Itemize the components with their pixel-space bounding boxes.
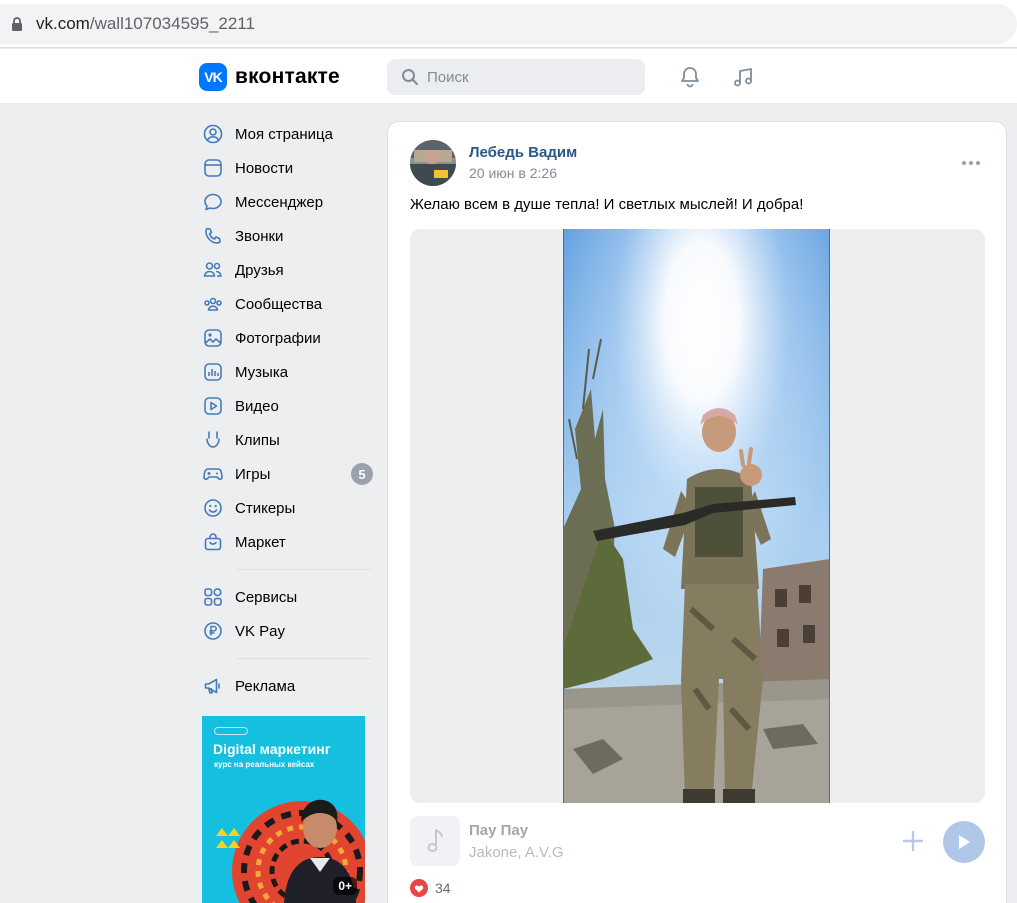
- music-note-icon[interactable]: [731, 65, 755, 89]
- url-domain: vk.com: [36, 14, 90, 33]
- sidebar-item-music[interactable]: Музыка: [200, 355, 375, 389]
- add-audio-icon[interactable]: [900, 828, 926, 854]
- sidebar-item-label: Мессенджер: [235, 193, 324, 211]
- bell-icon[interactable]: [678, 65, 702, 89]
- left-sidebar: Моя страница Новости Мессенджер Звонки Д…: [200, 117, 375, 703]
- like-count: 34: [435, 880, 451, 896]
- sidebar-item-label: Моя страница: [235, 125, 333, 143]
- audio-attachment[interactable]: Пау Пау Jakone, A.V.G: [410, 816, 985, 868]
- wall-post: Лебедь Вадим 20 июн в 2:26 Желаю всем в …: [387, 121, 1007, 903]
- music-icon: [202, 361, 224, 383]
- age-rating-badge: 0+: [333, 877, 357, 895]
- author-avatar[interactable]: [410, 140, 456, 186]
- like-button[interactable]: 34: [410, 879, 451, 897]
- audio-artist[interactable]: Jakone, A.V.G: [469, 844, 564, 861]
- message-icon: [202, 191, 224, 213]
- sidebar-item-label: Фотографии: [235, 329, 321, 347]
- post-date[interactable]: 20 июн в 2:26: [469, 165, 557, 181]
- sidebar-item-label: Стикеры: [235, 499, 296, 517]
- audio-cover: [410, 816, 460, 866]
- sidebar-item-services[interactable]: Сервисы: [200, 580, 375, 614]
- sidebar-divider: [236, 658, 371, 659]
- sidebar-item-games[interactable]: Игры 5: [200, 457, 375, 491]
- sidebar-item-clips[interactable]: Клипы: [200, 423, 375, 457]
- url-text[interactable]: vk.com/wall107034595_2211: [36, 14, 255, 34]
- audio-title[interactable]: Пау Пау: [469, 822, 528, 839]
- sidebar-item-my-page[interactable]: Моя страница: [200, 117, 375, 151]
- sidebar-item-messenger[interactable]: Мессенджер: [200, 185, 375, 219]
- search-placeholder: Поиск: [427, 68, 469, 86]
- sidebar-item-label: Игры: [235, 465, 271, 483]
- site-header: VK вконтакте Поиск: [0, 49, 1017, 104]
- heart-icon: [410, 879, 428, 897]
- ad-title: Digital маркетинг: [213, 741, 331, 757]
- post-text: Желаю всем в душе тепла! И светлых мысле…: [410, 196, 804, 213]
- communities-icon: [202, 293, 224, 315]
- play-button[interactable]: [943, 821, 985, 863]
- post-photo-container[interactable]: [410, 229, 985, 803]
- vk-logo-text: вконтакте: [235, 65, 340, 88]
- games-icon: [202, 463, 224, 485]
- services-icon: [202, 586, 224, 608]
- url-field[interactable]: vk.com/wall107034595_2211: [0, 4, 1017, 44]
- vkpay-icon: [202, 620, 224, 642]
- news-icon: [202, 157, 224, 179]
- ad-logo-mark: [214, 727, 248, 735]
- friends-icon: [202, 259, 224, 281]
- video-icon: [202, 395, 224, 417]
- sidebar-item-communities[interactable]: Сообщества: [200, 287, 375, 321]
- sidebar-item-label: Звонки: [235, 227, 284, 245]
- sidebar-item-label: Сообщества: [235, 295, 323, 313]
- sidebar-item-stickers[interactable]: Стикеры: [200, 491, 375, 525]
- post-author[interactable]: Лебедь Вадим: [469, 144, 577, 161]
- vk-logo[interactable]: VK вконтакте: [199, 63, 340, 91]
- sidebar-item-ads[interactable]: Реклама: [200, 669, 375, 703]
- sidebar-divider: [236, 569, 371, 570]
- megaphone-icon: [202, 675, 224, 697]
- vk-logo-icon: VK: [199, 63, 227, 91]
- market-icon: [202, 531, 224, 553]
- search-icon: [402, 69, 418, 85]
- sidebar-item-label: Сервисы: [235, 588, 298, 606]
- stickers-icon: [202, 497, 224, 519]
- sidebar-item-label: Реклама: [235, 677, 296, 695]
- user-circle-icon: [202, 123, 224, 145]
- lock-icon[interactable]: [10, 16, 24, 32]
- url-path: /wall107034595_2211: [89, 14, 255, 33]
- sidebar-item-video[interactable]: Видео: [200, 389, 375, 423]
- phone-icon: [202, 225, 224, 247]
- sidebar-item-label: VK Pay: [235, 622, 286, 640]
- sidebar-item-market[interactable]: Маркет: [200, 525, 375, 559]
- sidebar-item-label: Друзья: [235, 261, 284, 279]
- ad-subtitle: курс на реальных кейсах: [214, 760, 315, 769]
- post-photo[interactable]: [563, 229, 830, 803]
- play-icon: [959, 835, 970, 849]
- sidebar-item-news[interactable]: Новости: [200, 151, 375, 185]
- sidebar-item-photos[interactable]: Фотографии: [200, 321, 375, 355]
- sidebar-item-label: Маркет: [235, 533, 286, 551]
- music-note-icon: [427, 829, 443, 852]
- games-count-badge: 5: [351, 463, 373, 485]
- more-options-icon[interactable]: [960, 152, 982, 174]
- sidebar-item-label: Видео: [235, 397, 279, 415]
- sidebar-item-friends[interactable]: Друзья: [200, 253, 375, 287]
- search-input[interactable]: Поиск: [387, 59, 645, 95]
- clips-icon: [202, 429, 224, 451]
- photos-icon: [202, 327, 224, 349]
- sidebar-item-calls[interactable]: Звонки: [200, 219, 375, 253]
- sidebar-ad-banner[interactable]: Digital маркетинг курс на реальных кейса…: [202, 716, 365, 903]
- sidebar-item-label: Новости: [235, 159, 294, 177]
- browser-address-bar: vk.com/wall107034595_2211: [0, 0, 1017, 48]
- sidebar-item-label: Музыка: [235, 363, 289, 381]
- sidebar-item-label: Клипы: [235, 431, 280, 449]
- sidebar-item-vkpay[interactable]: VK Pay: [200, 614, 375, 648]
